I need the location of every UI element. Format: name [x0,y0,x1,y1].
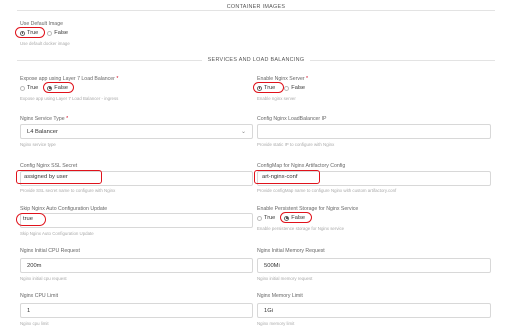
configmap-label: ConfigMap for Nginx Artifactory Config [257,163,346,169]
radio-selected-icon [20,30,25,36]
mem-request-input[interactable]: 500Mi [257,258,491,273]
default-image-label: Use Default Image [20,21,63,27]
expose-l7-radio-group: True False [20,85,68,91]
service-type-select[interactable]: L4 Balancer ⌄ [20,124,253,139]
cpu-limit-label: Nginx CPU Limit [20,293,59,299]
mem-request-label: Nginx Initial Memory Request [257,248,325,254]
ssl-secret-label: Config Nginx SSL Secret [20,163,78,169]
cpu-request-input[interactable]: 200m [20,258,253,273]
mem-limit-label: Nginx Memory Limit [257,293,303,299]
persistent-true-radio[interactable]: True [257,215,275,221]
radio-selected-icon [47,85,53,91]
cpu-limit-help: Nginx cpu limit [20,321,49,326]
enable-nginx-false-radio[interactable]: False [284,85,305,91]
service-type-label: Nginx Service Type * [20,116,69,122]
configmap-help: Provide configMap name to configure Ngin… [257,188,397,193]
section-divider [17,10,495,11]
configmap-value: art-nginx-conf [262,174,298,180]
enable-nginx-label: Enable Nginx Server * [257,76,309,82]
lb-ip-help: Provide static IP to configure with Ngin… [257,142,335,147]
radio-empty-icon [47,30,53,36]
enable-nginx-radio-group: True False [257,85,305,91]
cpu-request-label: Nginx Initial CPU Request [20,248,80,254]
radio-selected-icon [257,85,262,91]
skip-update-help: Skip Nginx Auto Configuration Update [20,231,94,236]
default-image-true-radio[interactable]: True [20,30,38,36]
lb-ip-input[interactable] [257,124,491,139]
persistent-false-radio[interactable]: False [284,215,305,221]
ssl-secret-value: assigned by user [24,174,68,180]
default-image-false-radio[interactable]: False [47,30,68,36]
service-type-value: L4 Balancer [27,128,58,135]
service-type-help: Nginx service type [20,142,56,147]
cpu-limit-input[interactable]: 1 [20,303,253,318]
ssl-secret-help: Provide SSL secret name to configure wit… [20,188,116,193]
mem-limit-help: Nginx memory limit [257,321,295,326]
expose-l7-help: Expose app using Layer 7 Load Balancer -… [20,96,119,101]
skip-update-label: Skip Nginx Auto Configuration Update [20,206,108,212]
skip-update-value: true [23,216,33,222]
mem-request-help: Nginx initial memory request [257,276,313,281]
radio-selected-icon [284,215,290,221]
default-image-help: Use default docker image [20,41,70,46]
radio-empty-icon [257,215,262,221]
default-image-radio-group: True False [20,30,68,36]
radio-empty-icon [20,85,25,91]
lb-ip-label: Config Nginx LoadBalancer IP [257,116,327,122]
cpu-request-help: Nginx initial cpu request [20,276,67,281]
enable-nginx-help: Enable nginx server [257,96,296,101]
mem-limit-input[interactable]: 1Gi [257,303,491,318]
radio-empty-icon [284,85,290,91]
expose-l7-label: Expose app using Layer 7 Load Balancer * [20,76,119,82]
expose-l7-true-radio[interactable]: True [20,85,38,91]
persistent-help: Enable persistence storage for Nginx ser… [257,226,345,231]
persistent-label: Enable Persistent Storage for Nginx Serv… [257,206,359,212]
section-title-container-images: CONTAINER IMAGES [0,4,512,10]
enable-nginx-true-radio[interactable]: True [257,85,275,91]
expose-l7-false-radio[interactable]: False [47,85,68,91]
chevron-down-icon: ⌄ [240,129,246,135]
persistent-radio-group: True False [257,215,305,221]
skip-update-input[interactable] [20,213,253,228]
section-title-services-lb: SERVICES AND LOAD BALANCING [0,57,512,63]
